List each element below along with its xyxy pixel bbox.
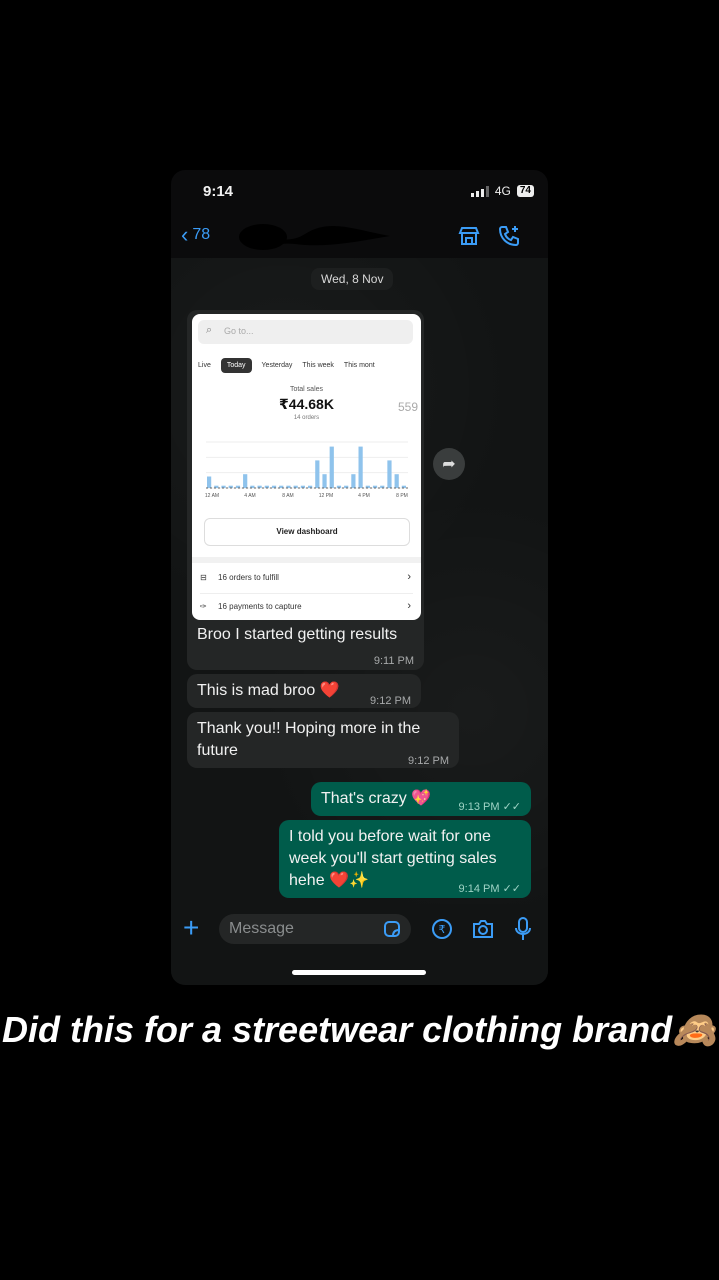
incoming-message[interactable]: Thank you!! Hoping more in the future 9:… (187, 712, 459, 768)
network-label: 4G (494, 184, 511, 198)
metric-value: ₹44.68K (279, 396, 334, 412)
payment-icon: ✑ (200, 602, 207, 611)
message-time: 9:11 PM (373, 655, 414, 667)
metric-sub: 14 orders (293, 415, 320, 421)
search-icon: ⌕ (206, 324, 213, 336)
orders-row: ⊟ 16 orders to fulfill › (200, 566, 413, 590)
camera-icon[interactable] (471, 918, 495, 940)
message-input[interactable]: Message (219, 914, 411, 944)
sticker-icon[interactable] (383, 920, 401, 938)
message-text: Broo I started getting results (197, 626, 398, 643)
divider (200, 593, 413, 594)
store-icon[interactable] (457, 224, 481, 248)
status-bar: 9:14 4G 74 (171, 170, 548, 214)
chevron-right-icon: › (407, 600, 411, 612)
chat-area: Wed, 8 Nov 9:11 PM Broo I started gettin… (171, 258, 548, 904)
svg-text:₹: ₹ (439, 923, 446, 936)
message-composer: + Message ₹ (171, 904, 548, 985)
chart-bar (394, 474, 399, 488)
search-bar: ⌕ Go to... (198, 320, 413, 344)
chart-bar (358, 446, 363, 488)
message-time: 9:12 PM (408, 755, 449, 767)
chart-bar (315, 460, 320, 488)
message-placeholder: Message (229, 920, 294, 937)
search-placeholder: Go to... (224, 326, 254, 336)
tab-today: Today (220, 358, 252, 373)
message-text: This is mad broo ❤️ (197, 682, 340, 699)
tab-this-month: This mont (343, 362, 375, 369)
tab-this-week: This week (302, 362, 334, 369)
status-right: 4G 74 (470, 184, 534, 198)
x-tick-label: 4 PM (358, 493, 370, 499)
unread-count: 78 (192, 226, 211, 243)
date-separator: Wed, 8 Nov (311, 268, 394, 290)
chart-bar (387, 460, 392, 488)
read-receipt-icon: ✓✓ (502, 801, 521, 813)
phone-screenshot: 9:14 4G 74 ‹ 78 Wed, 8 Nov 9:11 PM Broo … (171, 170, 548, 985)
shared-screenshot-image[interactable]: ⌕ Go to... Live Today Yesterday This wee… (192, 314, 421, 620)
divider (192, 557, 421, 563)
call-add-icon[interactable] (497, 224, 521, 248)
payment-rupee-icon[interactable]: ₹ (431, 918, 453, 940)
tab-yesterday: Yesterday (261, 362, 293, 369)
payments-row: ✑ 16 payments to capture › (200, 595, 413, 619)
chevron-right-icon: › (407, 571, 411, 583)
signal-icon (470, 185, 489, 197)
outgoing-message[interactable]: I told you before wait for one week you'… (279, 820, 531, 898)
metric-label: Total sales (289, 386, 324, 393)
x-tick-label: 12 PM (319, 493, 333, 499)
sales-bar-chart: 12 AM 4 AM 8 AM 12 PM 4 PM 8 PM (205, 441, 408, 499)
forward-icon: ➦ (442, 456, 456, 473)
read-receipt-icon: ✓✓ (502, 883, 521, 895)
incoming-message[interactable]: This is mad broo ❤️ 9:12 PM (187, 674, 421, 708)
sales-metric: Total sales ₹44.68K 14 orders (192, 386, 421, 421)
forward-button[interactable]: ➦ (433, 448, 465, 480)
message-time: 9:12 PM (370, 695, 411, 707)
outgoing-message[interactable]: That's crazy 💖 9:13 PM ✓✓ (311, 782, 531, 816)
tab-live: Live (198, 362, 211, 369)
message-time: 9:13 PM ✓✓ (458, 801, 521, 813)
x-tick-label: 12 AM (205, 493, 219, 499)
chevron-left-icon: ‹ (181, 222, 189, 247)
chart-bar (351, 474, 356, 488)
x-tick-label: 4 AM (244, 493, 255, 499)
box-icon: ⊟ (200, 573, 207, 582)
plus-icon[interactable]: + (183, 914, 199, 942)
story-caption: Did this for a streetwear clothing brand… (2, 1009, 717, 1050)
chart-bar (322, 474, 327, 488)
side-metric-value: 559 (398, 400, 419, 414)
payments-text: 16 payments to capture (218, 602, 302, 611)
back-button[interactable]: ‹ 78 (181, 224, 210, 246)
date-tabs: Live Today Yesterday This week This mont (198, 358, 375, 373)
orders-text: 16 orders to fulfill (218, 573, 279, 582)
view-dashboard-button: View dashboard (204, 518, 410, 546)
status-time: 9:14 (203, 183, 234, 200)
chart-bar (243, 474, 248, 488)
chart-bar (207, 476, 212, 488)
x-tick-label: 8 PM (396, 493, 408, 499)
message-time: 9:14 PM ✓✓ (458, 883, 521, 895)
chart-bar (329, 446, 334, 488)
message-text: That's crazy 💖 (321, 790, 432, 807)
x-tick-label: 8 AM (282, 493, 293, 499)
microphone-icon[interactable] (513, 916, 533, 942)
battery-icon: 74 (516, 185, 534, 197)
chat-header: ‹ 78 (171, 214, 548, 258)
redacted-contact-name (239, 224, 390, 250)
home-indicator (292, 970, 426, 975)
